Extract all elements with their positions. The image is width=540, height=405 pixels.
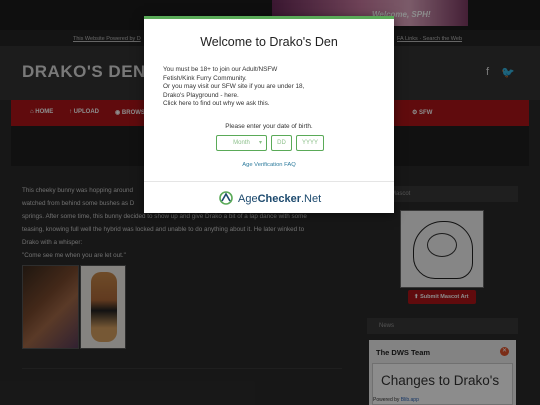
agechecker-brand[interactable]: AgeChecker.Net: [238, 193, 321, 205]
month-placeholder: Month: [233, 140, 250, 146]
day-input[interactable]: DD: [271, 135, 292, 151]
age-verification-faq-link[interactable]: Age Verification FAQ: [144, 162, 394, 168]
agechecker-logo-icon: [219, 191, 233, 205]
modal-body: You must be 18+ to join our Adult/NSFW F…: [163, 66, 383, 109]
year-placeholder: YYYY: [301, 140, 318, 146]
modal-body-line: Fetish/Kink Furry Community.: [163, 74, 247, 82]
sfw-site-link[interactable]: Drako's Playground - here.: [163, 92, 383, 101]
modal-footer: AgeChecker.Net: [144, 181, 394, 216]
day-placeholder: DD: [277, 140, 286, 146]
dob-prompt: Please enter your date of birth.: [225, 123, 313, 130]
brand-bold: Checker: [257, 193, 301, 205]
modal-title: Welcome to Drako's Den: [200, 35, 338, 49]
brand-prefix: Age: [238, 193, 258, 205]
modal-body-line: You must be 18+ to join our Adult/NSFW: [163, 66, 278, 73]
year-input[interactable]: YYYY: [296, 135, 324, 151]
chevron-down-icon: ▾: [258, 140, 262, 146]
age-verification-modal: Welcome to Drako's Den You must be 18+ t…: [144, 16, 394, 213]
modal-body-line: Or you may visit our SFW site if you are…: [163, 83, 305, 90]
month-select[interactable]: Month ▾: [216, 135, 267, 151]
why-we-ask-link[interactable]: Click here to find out why we ask this.: [163, 100, 383, 109]
brand-suffix: .Net: [301, 193, 322, 205]
